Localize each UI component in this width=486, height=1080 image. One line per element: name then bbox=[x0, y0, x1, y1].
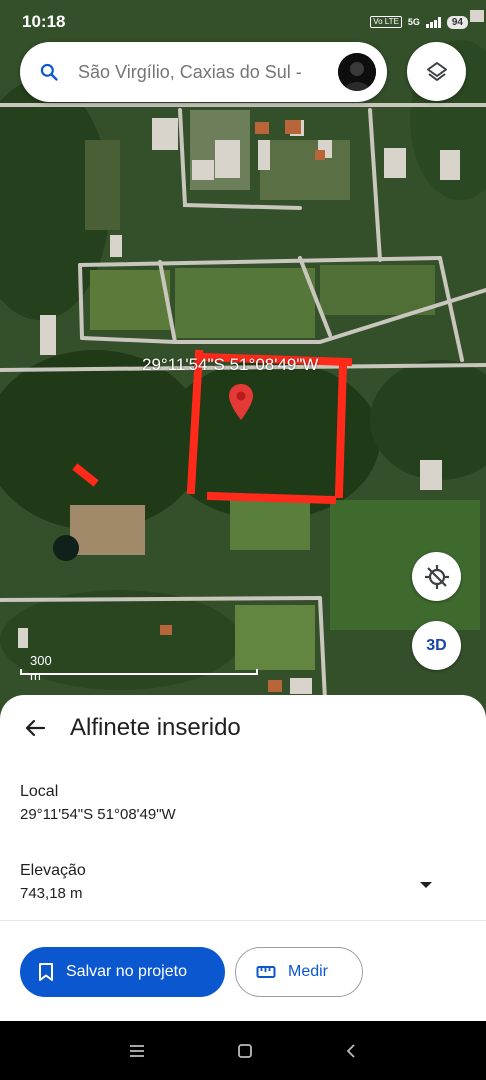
elevation-value: 743,18 m bbox=[20, 885, 83, 902]
screen: 10:18 Vo LTE 5G 94 São Virgílio, Caxias … bbox=[0, 0, 486, 1080]
home-button[interactable] bbox=[237, 1043, 253, 1059]
avatar[interactable] bbox=[338, 53, 376, 91]
menu-icon bbox=[130, 1044, 144, 1057]
battery-indicator: 94 bbox=[446, 15, 468, 29]
coordinate-overlay: 29°11'54"S 51°08'49"W bbox=[142, 355, 319, 374]
local-field: Local 29°11'54"S 51°08'49"W bbox=[20, 783, 176, 823]
local-value: 29°11'54"S 51°08'49"W bbox=[20, 806, 176, 823]
back-nav-button[interactable] bbox=[345, 1043, 357, 1059]
3d-toggle-button[interactable]: 3D bbox=[412, 621, 461, 670]
scale-label: 300 m bbox=[30, 653, 52, 683]
volte-indicator: Vo LTE bbox=[370, 16, 402, 28]
scale-bar bbox=[20, 669, 258, 675]
elevation-label: Elevação bbox=[20, 862, 86, 879]
home-square-icon bbox=[238, 1043, 252, 1058]
save-label: Salvar no projeto bbox=[66, 963, 187, 980]
dropdown-arrow-icon bbox=[420, 882, 432, 888]
expand-elevation-button[interactable] bbox=[418, 877, 434, 895]
signal-icon bbox=[425, 16, 441, 28]
status-bar: 10:18 Vo LTE 5G 94 bbox=[0, 0, 486, 44]
divider bbox=[0, 920, 486, 921]
location-button[interactable] bbox=[412, 552, 461, 601]
location-off-icon bbox=[424, 564, 449, 589]
recents-button[interactable] bbox=[129, 1044, 145, 1058]
back-button[interactable] bbox=[0, 695, 70, 761]
measure-button[interactable]: Medir bbox=[235, 947, 363, 997]
pin-details-sheet: Alfinete inserido Local 29°11'54"S 51°08… bbox=[0, 695, 486, 1021]
search-icon[interactable] bbox=[20, 62, 78, 82]
measure-label: Medir bbox=[288, 963, 329, 980]
layers-icon bbox=[426, 61, 447, 81]
save-to-project-button[interactable]: Salvar no projeto bbox=[20, 947, 225, 997]
status-icons: Vo LTE 5G 94 bbox=[370, 15, 468, 29]
search-query[interactable]: São Virgílio, Caxias do Sul - bbox=[78, 62, 338, 83]
sheet-title: Alfinete inserido bbox=[70, 714, 241, 741]
map-pin-icon[interactable] bbox=[229, 384, 253, 420]
status-time: 10:18 bbox=[22, 12, 66, 31]
sheet-header: Alfinete inserido bbox=[0, 695, 486, 761]
elevation-field: Elevação 743,18 m bbox=[20, 862, 86, 902]
network-type: 5G bbox=[407, 17, 420, 27]
bookmark-icon bbox=[39, 963, 53, 981]
ruler-icon bbox=[256, 966, 276, 978]
arrow-back-icon bbox=[25, 719, 46, 737]
layers-button[interactable] bbox=[407, 42, 466, 101]
search-bar[interactable]: São Virgílio, Caxias do Sul - bbox=[20, 42, 387, 102]
system-nav-bar bbox=[0, 1021, 486, 1080]
back-chevron-icon bbox=[346, 1043, 355, 1058]
local-label: Local bbox=[20, 783, 59, 800]
